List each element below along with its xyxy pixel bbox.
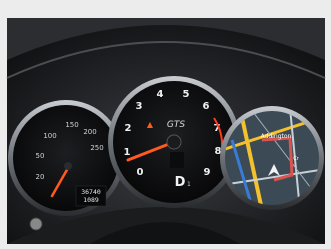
warning-light-icon: ▲ — [147, 120, 154, 129]
trip-meter: 1089 — [83, 196, 99, 204]
speed-tick-100: 100 — [43, 132, 56, 140]
rpm-tick-2: 2 — [125, 123, 132, 134]
map-street-label: Cr — [293, 156, 299, 162]
control-knob — [29, 217, 43, 231]
map-place-label: Addington — [261, 133, 292, 140]
rpm-tick-3: 3 — [136, 101, 143, 112]
speed-tick-150: 150 — [65, 121, 78, 129]
rpm-tick-1: 1 — [124, 147, 131, 158]
odometer: 36740 — [81, 188, 101, 196]
instrument-cluster-photo: 20 50 100 150 200 250 36740 1089 0 1 2 3… — [0, 0, 331, 249]
cluster-illustration: 20 50 100 150 200 250 36740 1089 0 1 2 3… — [0, 0, 331, 249]
rpm-tick-4: 4 — [157, 89, 164, 100]
speedometer: 20 50 100 150 200 250 36740 1089 — [8, 100, 124, 216]
gear-index: 1 — [187, 181, 191, 188]
speed-tick-200: 200 — [83, 128, 96, 136]
tachometer: 0 1 2 3 4 5 6 7 8 9 GTS ▲ D 1 — [108, 76, 240, 208]
rpm-tick-0: 0 — [137, 167, 144, 178]
gear-indicator: D — [175, 175, 186, 190]
navigation-map: Addington Cr — [220, 106, 324, 210]
speed-tick-20: 20 — [36, 173, 45, 181]
rpm-tick-9: 9 — [204, 167, 211, 178]
speed-tick-250: 250 — [90, 144, 103, 152]
gts-badge: GTS — [167, 120, 185, 130]
rpm-tick-5: 5 — [183, 89, 190, 100]
rpm-tick-6: 6 — [203, 101, 210, 112]
speed-tick-50: 50 — [36, 152, 45, 160]
